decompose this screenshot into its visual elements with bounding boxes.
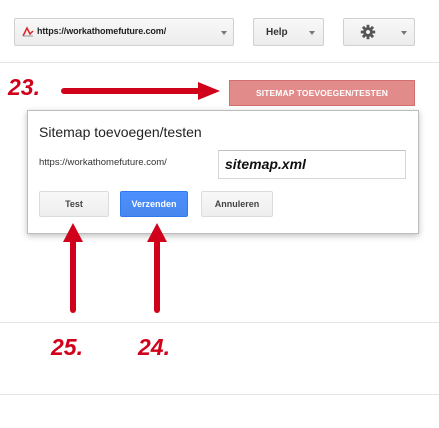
url-prefix: https://workathomefuture.com/ — [39, 157, 167, 168]
site-selector[interactable]: https://workathomefuture.com/ — [14, 18, 234, 46]
gear-icon — [360, 24, 376, 40]
arrow-up-icon — [63, 223, 83, 313]
chevron-down-icon — [309, 31, 315, 35]
step-23-label: 23. — [8, 74, 40, 100]
test-button[interactable]: Test — [39, 191, 109, 217]
help-label: Help — [266, 27, 288, 38]
chevron-down-icon — [221, 31, 227, 35]
webmaster-tools-icon — [22, 26, 34, 37]
help-button[interactable]: Help — [253, 18, 324, 46]
settings-button[interactable] — [343, 18, 415, 46]
chevron-down-icon — [401, 31, 407, 35]
sitemap-dialog: Sitemap toevoegen/testen https://workath… — [27, 110, 419, 234]
step-25-label: 25. — [51, 334, 83, 360]
divider — [0, 62, 439, 63]
site-url: https://workathomefuture.com/ — [37, 26, 167, 36]
dialog-title: Sitemap toevoegen/testen — [39, 124, 202, 140]
cancel-button[interactable]: Annuleren — [201, 191, 273, 217]
divider — [0, 394, 439, 395]
arrow-right-icon — [61, 82, 220, 100]
step-24-label: 24. — [138, 334, 170, 360]
arrow-up-icon — [147, 223, 167, 313]
sitemap-path-input[interactable]: sitemap.xml — [218, 150, 406, 179]
sitemap-add-button[interactable]: SITEMAP TOEVOEGEN/TESTEN — [229, 80, 415, 106]
submit-button[interactable]: Verzenden — [120, 191, 188, 217]
divider — [0, 322, 439, 323]
